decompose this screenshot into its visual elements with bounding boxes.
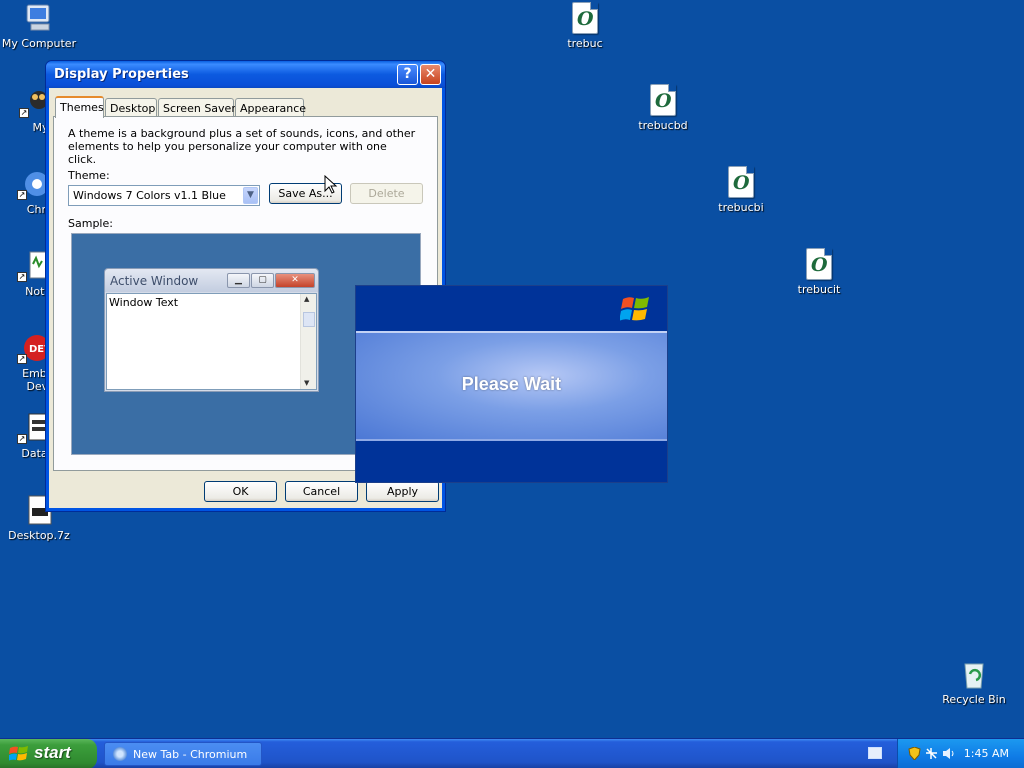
please-wait-message: Please Wait	[461, 374, 562, 394]
scroll-up-icon: ▲	[304, 295, 310, 303]
ok-button[interactable]: OK	[204, 481, 277, 502]
taskbar-item-chromium[interactable]: New Tab - Chromium	[104, 742, 262, 766]
system-tray: 1:45 AM	[897, 739, 1024, 768]
close-button[interactable]: ✕	[420, 64, 441, 85]
theme-label: Theme:	[68, 169, 110, 182]
font-file-icon: O	[572, 2, 598, 34]
please-wait-splash: Please Wait	[355, 285, 668, 483]
cancel-button[interactable]: Cancel	[285, 481, 358, 502]
taskbar: start New Tab - Chromium 1:45 AM	[0, 738, 1024, 768]
chevron-down-icon[interactable]: ▼	[243, 187, 258, 204]
sample-window-text: Window Text	[109, 296, 179, 309]
desktop-icon-trebucbi[interactable]: O trebucbi	[702, 166, 780, 214]
sample-label: Sample:	[68, 217, 113, 230]
clock[interactable]: 1:45 AM	[964, 747, 1009, 760]
title-bar[interactable]: Display Properties ? ✕	[46, 61, 445, 88]
tab-appearance[interactable]: Appearance	[235, 98, 306, 117]
theme-select-value: Windows 7 Colors v1.1 Blue	[73, 189, 226, 202]
recycle-bin-icon	[958, 658, 990, 690]
theme-description: A theme is a background plus a set of so…	[68, 127, 416, 166]
desktop-icon-trebucit[interactable]: O trebucit	[780, 248, 858, 296]
volume-icon[interactable]	[942, 747, 955, 760]
mouse-cursor-icon	[324, 175, 338, 194]
apply-button[interactable]: Apply	[366, 481, 439, 502]
start-label: start	[34, 743, 71, 762]
font-file-icon: O	[728, 166, 754, 198]
tab-screen-saver[interactable]: Screen Saver	[158, 98, 236, 117]
start-button[interactable]: start	[0, 739, 97, 768]
taskbar-item-label: New Tab - Chromium	[133, 748, 248, 761]
window-title: Display Properties	[54, 67, 189, 82]
help-button[interactable]: ?	[397, 64, 418, 85]
desktop-icon-my-computer[interactable]: My Computer	[0, 2, 78, 50]
tab-desktop[interactable]: Desktop	[105, 98, 157, 117]
close-icon: ✕	[275, 273, 315, 288]
sample-window-title: Active Window	[110, 274, 199, 288]
scroll-down-icon: ▼	[304, 379, 310, 387]
delete-button[interactable]: Delete	[350, 183, 423, 204]
keyboard-icon[interactable]	[868, 747, 882, 759]
shield-icon[interactable]	[908, 747, 921, 760]
network-icon[interactable]	[925, 747, 938, 760]
maximize-icon: ▢	[251, 273, 274, 288]
minimize-icon: ▁	[227, 273, 250, 288]
theme-select[interactable]: Windows 7 Colors v1.1 Blue ▼	[68, 185, 260, 206]
windows-logo-icon	[620, 297, 649, 321]
sample-active-window: Active Window ▁ ▢ ✕ Window Text ▲ ▼	[104, 268, 319, 392]
font-file-icon: O	[806, 248, 832, 280]
tab-themes[interactable]: Themes	[55, 96, 104, 118]
computer-icon	[23, 2, 55, 34]
desktop-icon-recycle-bin[interactable]: Recycle Bin	[935, 658, 1013, 706]
desktop-icon-trebucbd[interactable]: O trebucbd	[624, 84, 702, 132]
sample-scrollbar: ▲ ▼	[300, 294, 316, 389]
windows-flag-icon	[9, 746, 28, 761]
chromium-icon	[113, 747, 127, 761]
desktop-icon-trebuc[interactable]: O trebuc	[546, 2, 624, 50]
font-file-icon: O	[650, 84, 676, 116]
